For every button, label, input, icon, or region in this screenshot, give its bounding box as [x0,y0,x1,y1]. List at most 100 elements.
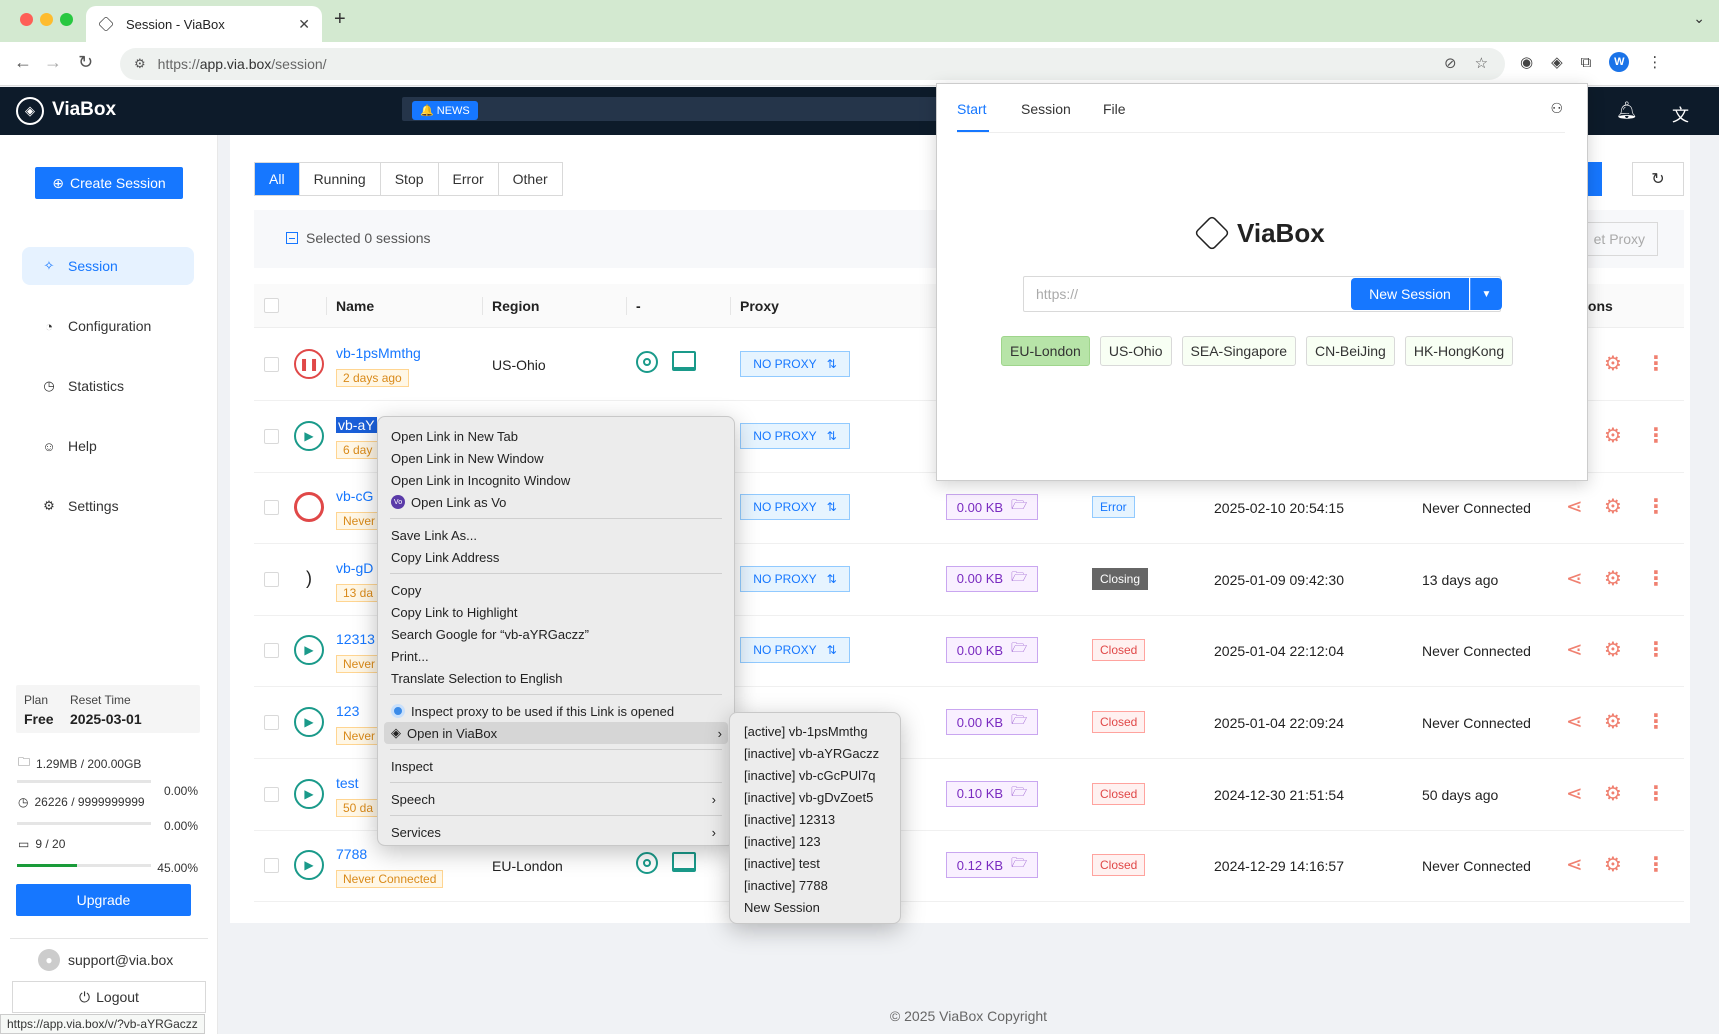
filter-other[interactable]: Other [498,163,562,195]
close-tab-icon[interactable]: ✕ [298,16,310,33]
session-name-link[interactable]: 123 [336,703,359,719]
popup-url-input[interactable] [1024,277,1354,311]
submenu-new-session[interactable]: New Session [744,897,820,917]
column-name[interactable]: Name [336,298,374,314]
row-checkbox[interactable] [264,571,279,587]
proxy-tag[interactable]: NO PROXY ⇅ [740,422,850,449]
row-checkbox[interactable] [264,715,279,730]
tab-search-chevron-icon[interactable]: ⌄ [1693,10,1705,27]
row-checkbox[interactable] [264,357,279,372]
play-icon[interactable]: ▶ [294,707,324,737]
session-name-link[interactable]: test [336,775,359,791]
storage-size-tag[interactable]: 0.10 KB 🗁 [946,780,1038,807]
browser-menu-icon[interactable]: ⋮ [1647,53,1662,71]
filter-error[interactable]: Error [438,163,499,195]
share-icon[interactable]: ⋖ [1566,637,1583,662]
gear-icon[interactable]: ⚙ [1604,566,1622,591]
sidebar-item-session[interactable]: ✧ Session [22,247,194,285]
submenu-session-item[interactable]: [inactive] vb-cGcPUl7q [744,765,876,785]
proxy-tag[interactable]: NO PROXY ⇅ [740,565,850,592]
menu-inspect-proxy[interactable]: Inspect proxy to be used if this Link is… [390,700,722,722]
region-chip-eu-london[interactable]: EU-London [1001,336,1090,366]
language-icon[interactable]: 文 [1672,101,1689,126]
session-name-link[interactable]: vb-gD [336,560,373,576]
submenu-session-item[interactable]: [inactive] 123 [744,831,821,851]
submenu-session-item[interactable]: [inactive] 7788 [744,875,828,895]
menu-inspect[interactable]: Inspect [390,755,722,777]
proxy-tag[interactable]: NO PROXY ⇅ [740,351,850,377]
storage-size-tag[interactable]: 0.00 KB 🗁 [946,637,1038,664]
more-vertical-icon[interactable]: ⋮ [1646,781,1666,806]
ban-icon[interactable] [294,492,324,523]
more-vertical-icon[interactable]: ⋮ [1646,566,1666,591]
more-vertical-icon[interactable]: ⋮ [1646,423,1666,448]
session-name-link[interactable]: 7788 [336,846,367,862]
address-bar[interactable]: ⚙ https://app.via.box/session/ [120,48,1505,80]
share-icon[interactable]: ⋖ [1566,781,1583,806]
menu-copy-link-address[interactable]: Copy Link Address [390,546,722,568]
submenu-session-item[interactable]: [inactive] test [744,853,820,873]
more-vertical-icon[interactable]: ⋮ [1646,494,1666,519]
menu-open-as-vo[interactable]: Vo Open Link as Vo [390,491,722,513]
more-vertical-icon[interactable]: ⋮ [1646,351,1666,376]
storage-size-tag[interactable]: 0.00 KB 🗁 [946,709,1038,735]
filter-running[interactable]: Running [299,163,381,195]
select-minus-icon[interactable] [286,232,298,244]
laptop-icon[interactable] [672,351,696,371]
site-settings-icon[interactable]: ⚙ [134,56,146,72]
browser-tab-session[interactable]: Session - ViaBox ✕ [86,6,322,42]
play-icon[interactable]: ▶ [294,420,324,451]
gear-icon[interactable]: ⚙ [1604,709,1622,734]
submenu-session-item[interactable]: [inactive] vb-aYRGaczz [744,743,879,763]
filter-stop[interactable]: Stop [380,163,439,195]
notification-bell-icon[interactable]: 🔔︎ [1616,101,1638,121]
row-checkbox[interactable] [264,500,279,516]
select-all-checkbox[interactable] [264,298,279,313]
region-chip-cn-beijing[interactable]: CN-BeiJing [1306,336,1395,366]
popup-tab-file[interactable]: File [1103,101,1126,117]
sidebar-item-statistics[interactable]: ◷ Statistics [22,367,194,405]
menu-translate[interactable]: Translate Selection to English [390,667,722,689]
bookmark-star-icon[interactable]: ☆ [1475,54,1488,72]
menu-print[interactable]: Print... [390,645,722,667]
sidebar-item-configuration[interactable]: ◔ Configuration [22,307,194,345]
gear-icon[interactable]: ⚙ [1604,852,1622,877]
menu-open-in-viabox[interactable]: ◈ Open in ViaBox › [384,722,728,744]
menu-save-link-as[interactable]: Save Link As... [390,524,722,546]
menu-open-new-window[interactable]: Open Link in New Window [390,447,722,469]
refresh-button[interactable]: ↻ [1632,162,1684,196]
upgrade-button[interactable]: Upgrade [16,884,191,916]
session-name-link[interactable]: 12313 [336,631,375,647]
session-name-link[interactable]: vb-1psMmthg [336,345,421,361]
more-vertical-icon[interactable]: ⋮ [1646,637,1666,662]
laptop-icon[interactable] [672,852,696,873]
eye-slash-icon[interactable]: ⊘ [1444,54,1457,72]
region-chip-us-ohio[interactable]: US-Ohio [1099,336,1172,366]
more-vertical-icon[interactable]: ⋮ [1646,852,1666,877]
menu-speech[interactable]: Speech › [390,788,722,810]
row-checkbox[interactable] [264,428,279,444]
puzzle-extension-icon[interactable]: ⧉ [1581,54,1592,71]
row-checkbox[interactable] [264,643,279,659]
maximize-window-button[interactable] [60,13,73,26]
new-tab-icon[interactable]: + [334,8,346,31]
reload-icon[interactable]: ↻ [78,52,93,73]
forward-icon[interactable]: → [44,52,62,73]
popup-new-session-button[interactable]: New Session [1351,278,1469,310]
gear-icon[interactable]: ⚙ [1604,781,1622,806]
submenu-session-item[interactable]: [active] vb-1psMmthg [744,721,868,741]
filter-all[interactable]: All [255,163,300,195]
storage-size-tag[interactable]: 0.12 KB 🗁 [946,852,1038,879]
back-icon[interactable]: ← [14,52,32,73]
popup-new-session-dropdown[interactable]: ▼ [1470,278,1502,310]
create-session-button[interactable]: ⊕ Create Session [35,167,183,199]
record-extension-icon[interactable]: ◉ [1520,53,1533,71]
row-checkbox[interactable] [264,786,279,802]
submenu-session-item[interactable]: [inactive] 12313 [744,809,835,829]
menu-copy-link-highlight[interactable]: Copy Link to Highlight [390,601,722,623]
menu-services[interactable]: Services › [390,821,722,843]
play-icon[interactable]: ▶ [294,778,324,809]
gear-icon[interactable]: ⚙ [1604,423,1622,448]
storage-size-tag[interactable]: 0.00 KB 🗁 [946,565,1038,592]
menu-open-new-tab[interactable]: Open Link in New Tab [390,425,722,447]
